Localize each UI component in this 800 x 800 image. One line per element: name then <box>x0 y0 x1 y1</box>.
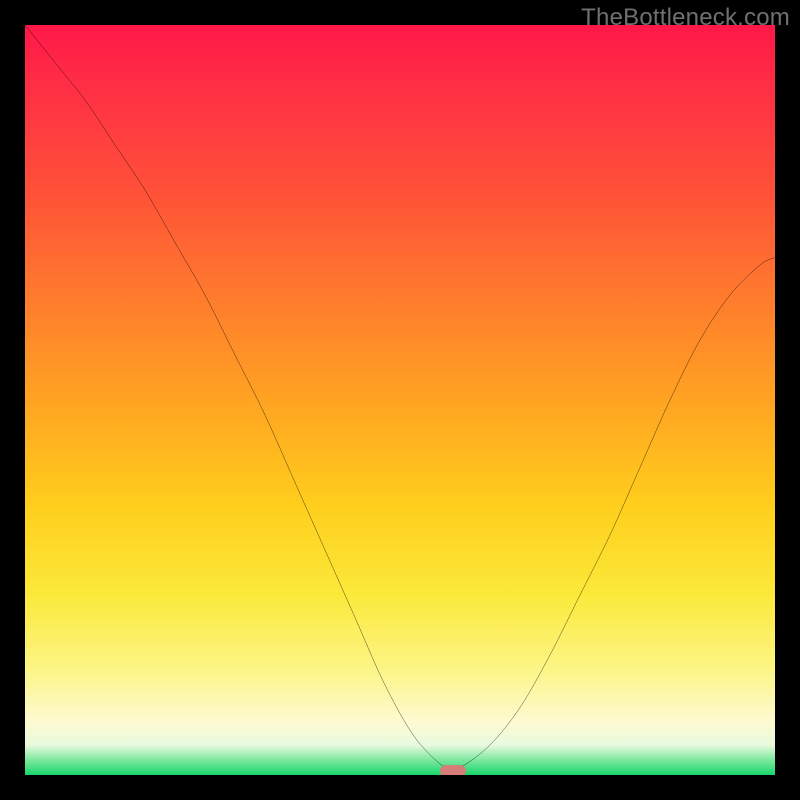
watermark-text: TheBottleneck.com <box>581 4 790 32</box>
bottleneck-curve <box>25 25 775 775</box>
optimum-marker <box>440 765 466 775</box>
chart-frame: TheBottleneck.com <box>0 0 800 800</box>
plot-area <box>25 25 775 775</box>
